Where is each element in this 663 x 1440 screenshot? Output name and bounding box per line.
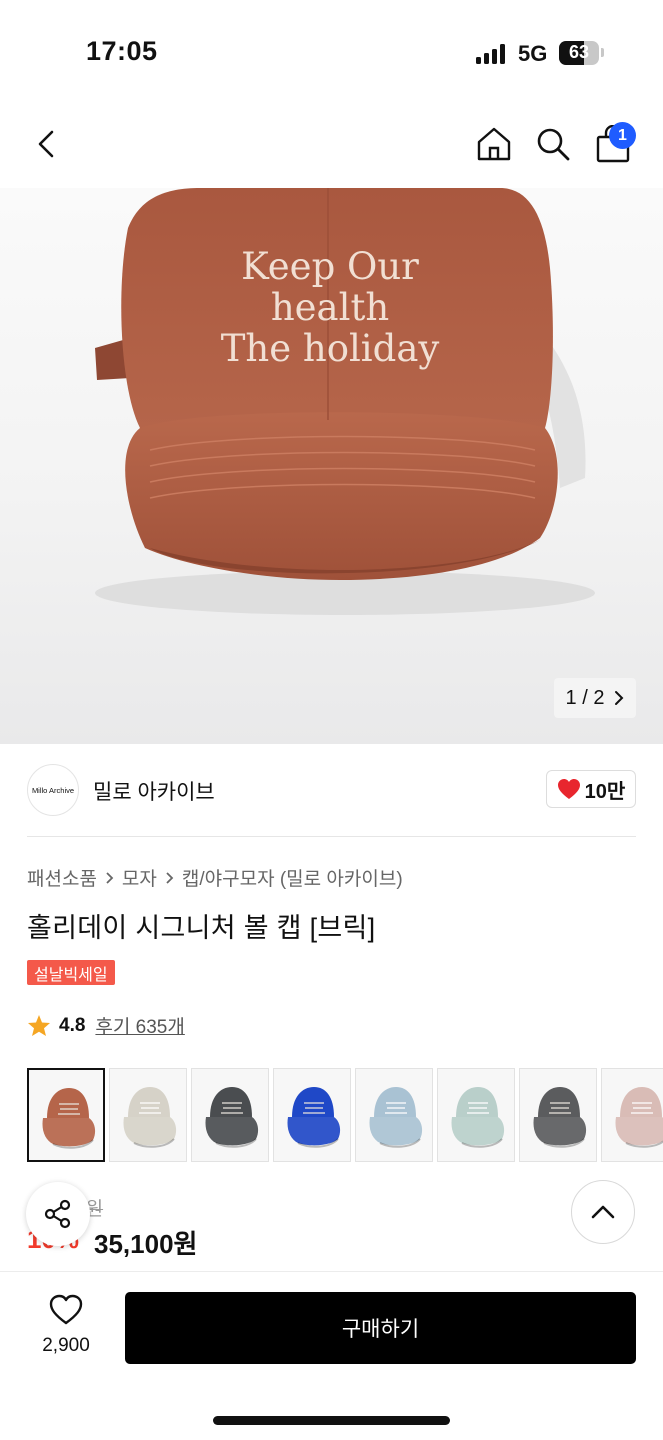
breadcrumb-item-hats[interactable]: 모자 — [122, 864, 157, 891]
home-icon — [477, 127, 511, 161]
product-image-carousel[interactable]: Keep Our health The holiday 1 / 2 — [0, 188, 663, 744]
breadcrumb-item-caps[interactable]: 캡/야구모자 (밀로 아카이브) — [182, 864, 403, 891]
store-like-count: 10만 — [584, 780, 626, 803]
color-thumbnail[interactable] — [519, 1068, 597, 1162]
color-thumbnail[interactable] — [355, 1068, 433, 1162]
cap-thumbnail-image — [205, 1087, 259, 1148]
image-counter[interactable]: 1 / 2 — [554, 678, 636, 718]
color-thumbnail[interactable] — [27, 1068, 105, 1162]
scroll-to-top-button[interactable] — [571, 1180, 635, 1244]
sale-badge: 설날빅세일 — [27, 960, 115, 985]
battery-level: 63 — [568, 42, 590, 62]
battery-tip — [601, 48, 604, 57]
color-thumbnail[interactable] — [273, 1068, 351, 1162]
store-name[interactable]: 밀로 아카이브 — [93, 776, 215, 806]
image-counter-total: 2 — [593, 686, 605, 709]
status-bar: 17:05 5G 63 — [0, 0, 663, 100]
status-time: 17:05 — [86, 36, 158, 66]
rating-value: 4.8 — [59, 1014, 86, 1036]
cap-thumbnail-image — [369, 1087, 423, 1148]
store-logo[interactable]: Millo Archive — [27, 764, 79, 816]
chevron-left-icon — [38, 130, 54, 158]
bottom-action-bar: 2,900 구매하기 — [0, 1271, 663, 1440]
cap-thumbnail-image — [615, 1087, 663, 1148]
store-row[interactable]: Millo Archive 밀로 아카이브 10만 — [27, 762, 636, 818]
store-like-button[interactable]: 10만 — [546, 770, 636, 808]
cap-text-line-3: The holiday — [220, 327, 440, 370]
color-thumbnail[interactable] — [109, 1068, 187, 1162]
chevron-right-icon — [615, 691, 624, 705]
share-icon — [44, 1199, 71, 1229]
share-button[interactable] — [26, 1182, 90, 1246]
wishlist-count: 2,900 — [42, 1335, 90, 1356]
cap-thumbnail-image — [42, 1088, 96, 1149]
cap-text-line-1: Keep Our — [241, 245, 419, 288]
wishlist-button[interactable]: 2,900 — [27, 1294, 105, 1357]
cap-embroidery-text: Keep Our health The holiday — [200, 246, 460, 369]
search-button[interactable] — [531, 120, 575, 168]
breadcrumb: 패션소품 모자 캡/야구모자 (밀로 아카이브) — [27, 864, 403, 891]
color-thumbnail[interactable] — [601, 1068, 663, 1162]
signal-icon — [476, 44, 508, 64]
heart-icon — [557, 779, 580, 799]
image-counter-separator: / — [582, 686, 588, 709]
top-nav — [0, 100, 663, 188]
cap-thumbnail-image — [123, 1087, 177, 1148]
chevron-up-icon — [591, 1205, 615, 1219]
star-icon — [28, 1015, 50, 1036]
cart-count-badge: 1 — [609, 122, 636, 149]
image-counter-current: 1 — [565, 686, 577, 709]
search-icon — [537, 128, 570, 161]
breadcrumb-item-fashion-accessories[interactable]: 패션소품 — [27, 864, 97, 891]
network-type: 5G — [518, 41, 548, 66]
buy-button[interactable]: 구매하기 — [125, 1292, 636, 1364]
chevron-right-icon — [166, 871, 174, 884]
home-button[interactable] — [472, 120, 516, 168]
back-button[interactable] — [24, 120, 68, 168]
image-counter-text: 1 / 2 — [566, 687, 605, 710]
cap-text-line-2: health — [270, 286, 390, 329]
color-thumbnails — [27, 1068, 663, 1164]
cap-thumbnail-image — [533, 1087, 587, 1148]
color-thumbnail[interactable] — [191, 1068, 269, 1162]
review-link[interactable]: 후기 635개 — [95, 1012, 184, 1039]
heart-outline-icon — [49, 1294, 83, 1325]
cap-thumbnail-image — [451, 1087, 505, 1148]
battery-icon: 63 — [559, 41, 599, 65]
rating-row: 4.8 후기 635개 — [27, 1012, 185, 1039]
divider — [27, 836, 636, 837]
cap-thumbnail-image — [287, 1087, 341, 1148]
chevron-right-icon — [106, 871, 114, 884]
sale-price: 35,100원 — [94, 1229, 198, 1259]
home-indicator — [213, 1416, 450, 1425]
color-thumbnail[interactable] — [437, 1068, 515, 1162]
product-title: 홀리데이 시그니처 볼 캡 [브릭] — [27, 913, 376, 943]
